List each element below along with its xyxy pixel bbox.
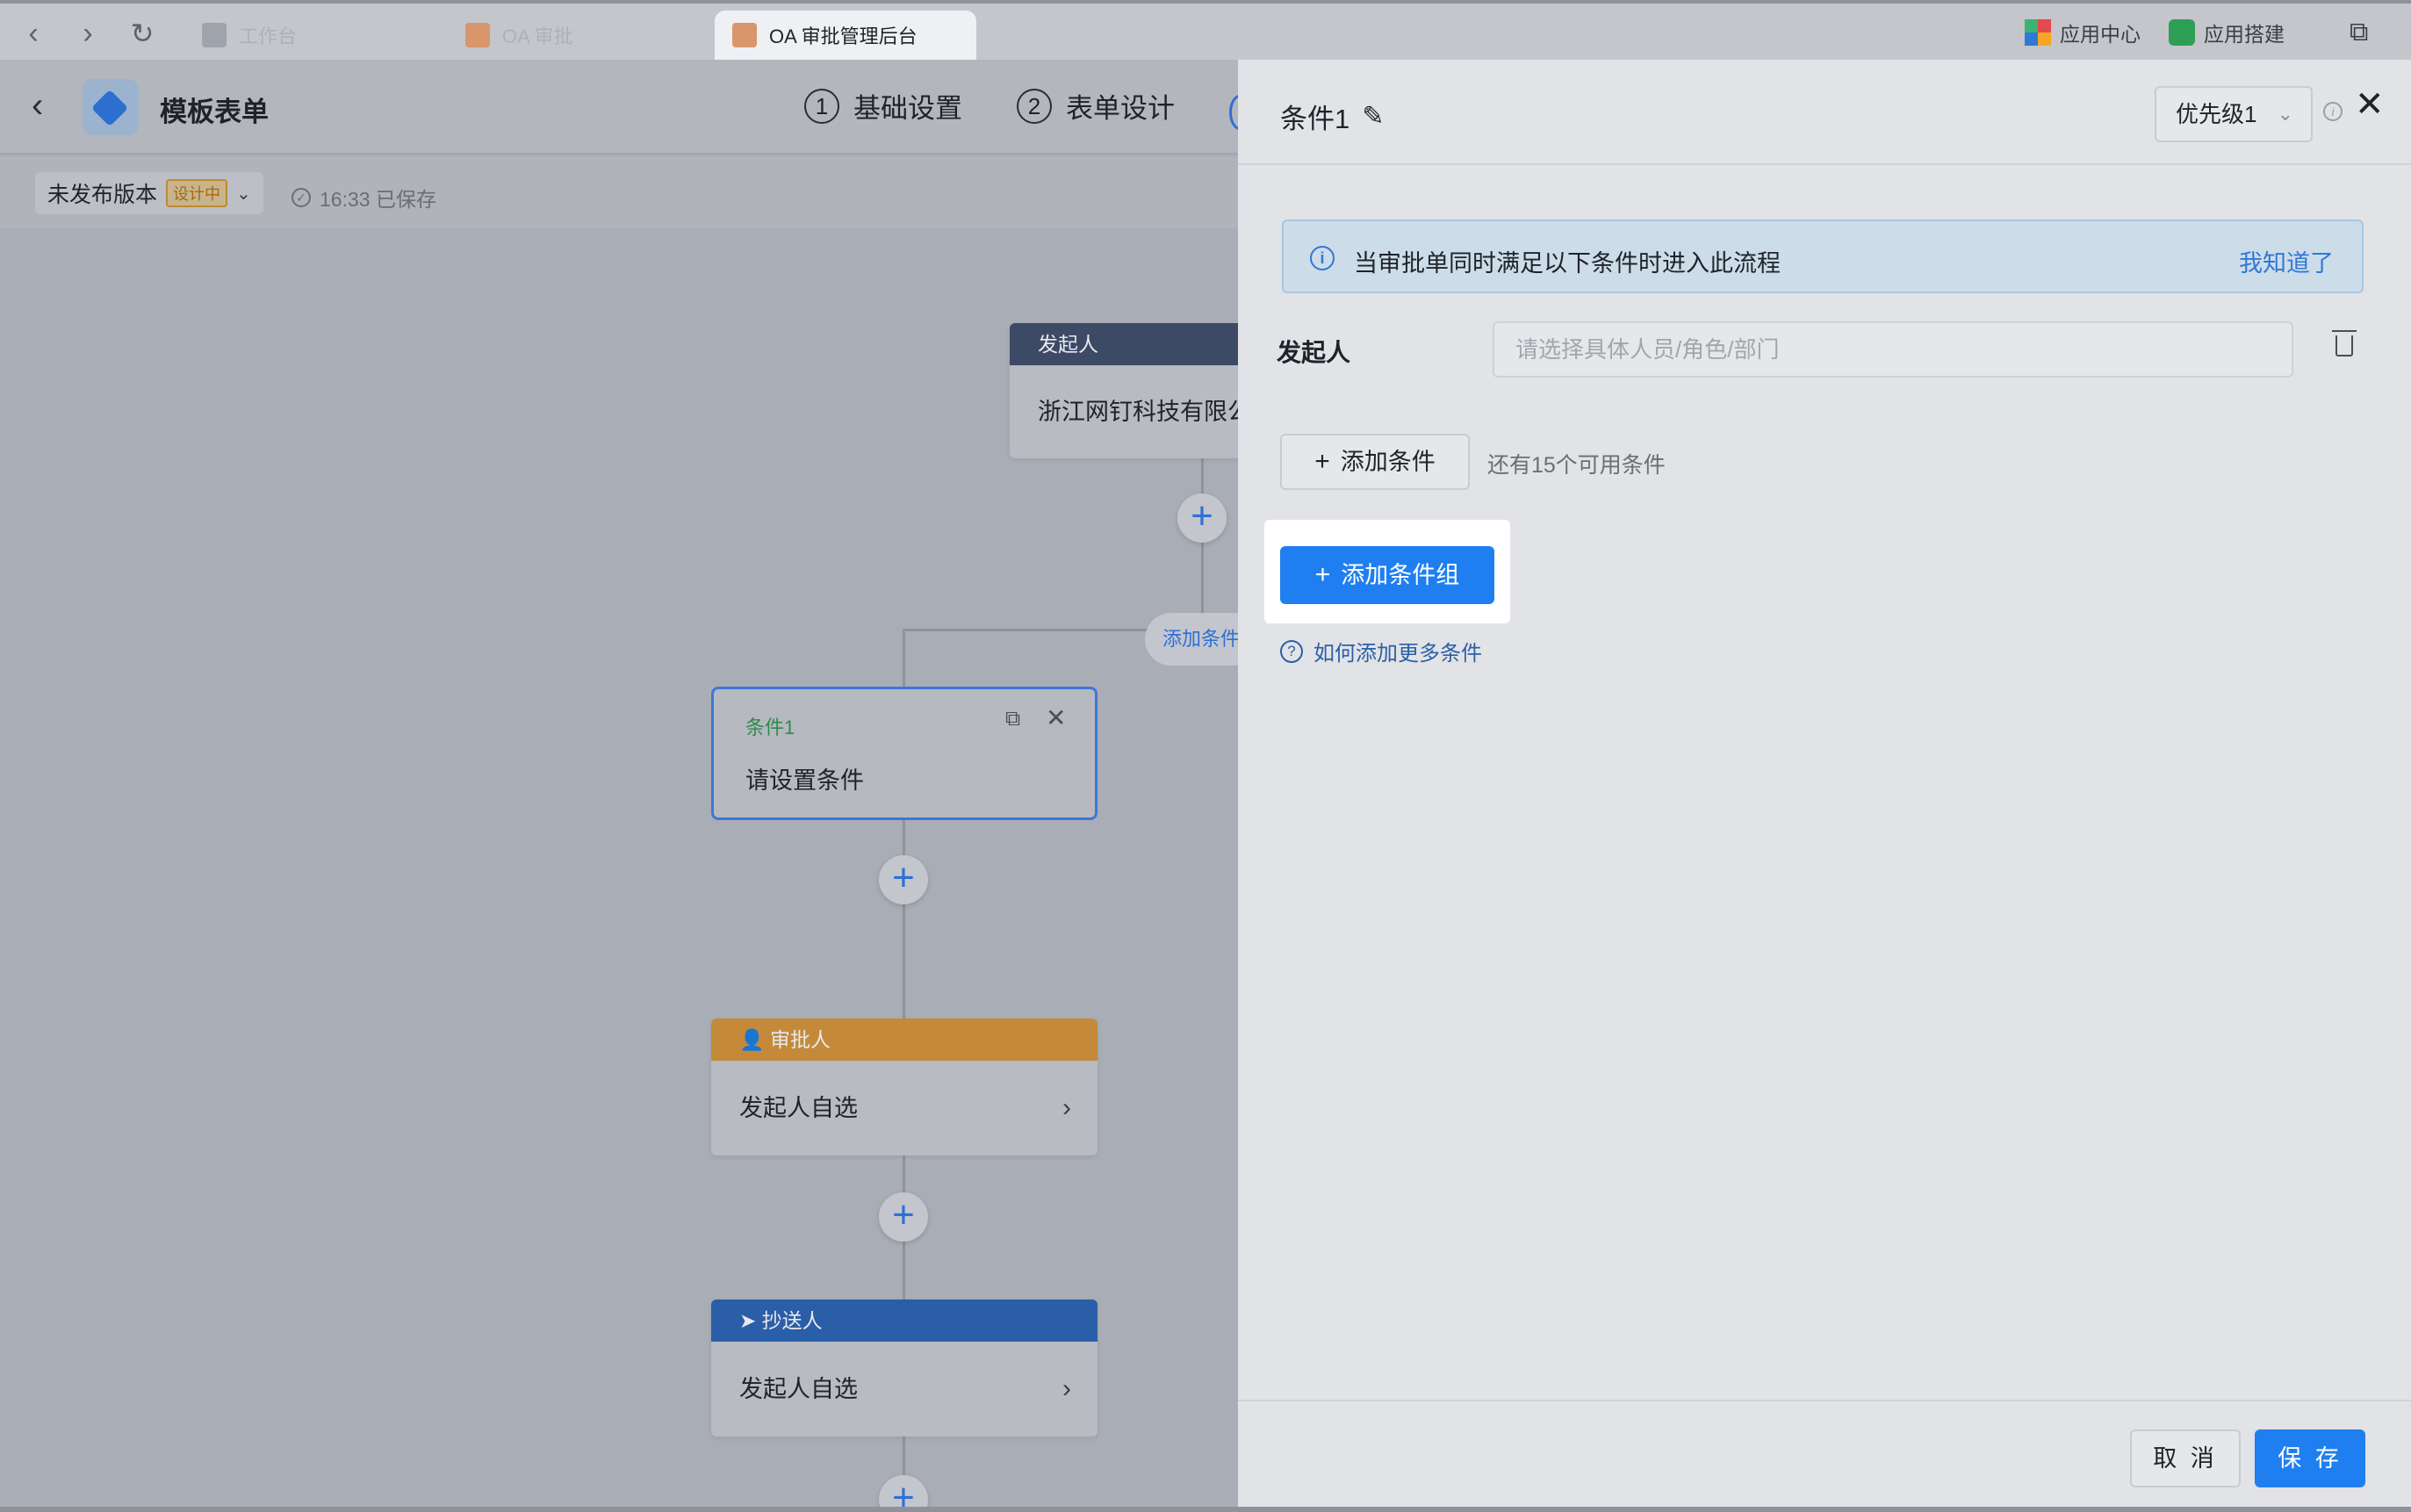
info-notice: i 当审批单同时满足以下条件时进入此流程 我知道了 bbox=[1282, 220, 2364, 293]
flow-connector bbox=[903, 629, 905, 688]
step-label: 基础设置 bbox=[853, 93, 962, 124]
info-icon: i bbox=[1310, 246, 1335, 270]
approver-node[interactable]: 👤 审批人 发起人自选 › bbox=[711, 1019, 1098, 1156]
add-condition-group-label: 添加条件组 bbox=[1341, 562, 1460, 588]
notice-text: 当审批单同时满足以下条件时进入此流程 bbox=[1354, 250, 1781, 277]
step-basic-settings[interactable]: 1 基础设置 bbox=[804, 86, 962, 126]
back-icon[interactable]: ‹ bbox=[16, 16, 51, 51]
window-bottom-edge bbox=[0, 1507, 2411, 1512]
condition-drawer: 条件1 ✎ 优先级1 ⌄ i ✕ i 当审批单同时满足以下条件时进入此流程 我知… bbox=[1238, 60, 2411, 1507]
status-badge: 设计中 bbox=[166, 179, 228, 207]
node-body: 发起人自选 › bbox=[711, 1061, 1098, 1156]
oa-icon bbox=[465, 23, 490, 47]
refresh-icon[interactable]: ↻ bbox=[125, 16, 160, 51]
help-link[interactable]: ? 如何添加更多条件 bbox=[1280, 636, 1482, 666]
plus-icon: + bbox=[1314, 560, 1331, 589]
acknowledge-link[interactable]: 我知道了 bbox=[2239, 244, 2334, 278]
cc-node[interactable]: ➤ 抄送人 发起人自选 › bbox=[711, 1300, 1098, 1436]
node-body-text: 发起人自选 bbox=[739, 1095, 858, 1121]
tab-label: OA 审批 bbox=[502, 25, 573, 47]
priority-value: 优先级1 bbox=[2176, 101, 2257, 127]
initiator-field-label: 发起人 bbox=[1277, 339, 1351, 366]
app-center-icon bbox=[2025, 19, 2051, 46]
app-build-button[interactable]: 应用搭建 bbox=[2169, 18, 2285, 47]
info-icon[interactable]: i bbox=[2323, 102, 2343, 121]
check-circle-icon: ✓ bbox=[291, 188, 311, 207]
close-icon[interactable]: ✕ bbox=[1046, 703, 1066, 732]
chevron-down-icon: ⌄ bbox=[236, 184, 251, 204]
add-condition-group-button[interactable]: + 添加条件组 bbox=[1280, 546, 1494, 604]
drawer-title-text: 条件1 bbox=[1280, 104, 1350, 134]
condition-title: 条件1 bbox=[745, 716, 795, 738]
copy-icon[interactable]: ⧉ bbox=[1005, 707, 1020, 731]
chevron-down-icon: ⌄ bbox=[2277, 103, 2293, 125]
send-icon: ➤ bbox=[739, 1309, 762, 1332]
condition-body: 请设置条件 bbox=[745, 767, 864, 794]
drawer-footer: 取 消 保 存 bbox=[1238, 1400, 2411, 1507]
app-build-label: 应用搭建 bbox=[2204, 23, 2285, 46]
save-status: ✓ 16:33 已保存 bbox=[291, 183, 436, 212]
chevron-right-icon: › bbox=[1062, 1374, 1071, 1403]
add-node-button[interactable]: + bbox=[879, 855, 928, 904]
node-header-label: 审批人 bbox=[770, 1028, 831, 1051]
question-icon: ? bbox=[1280, 639, 1303, 663]
browser-tab-bar: ‹ › ↻ 工作台 OA 审批 OA 审批管理后台 应用中心 应用搭建 ⧉ bbox=[0, 0, 2411, 60]
add-condition-label: 添加条件 bbox=[1340, 449, 1436, 475]
add-node-button[interactable]: + bbox=[1177, 493, 1227, 543]
drawer-title: 条件1 ✎ bbox=[1280, 97, 1384, 136]
tab-label: OA 审批管理后台 bbox=[769, 25, 918, 47]
node-body: 发起人自选 › bbox=[711, 1342, 1098, 1436]
flow-editor: ‹ 模板表单 1 基础设置 2 表单设计 未发布版本 设计中 ⌄ ✓ 16:33… bbox=[0, 60, 1238, 1507]
oa-icon bbox=[732, 23, 757, 47]
edit-icon[interactable]: ✎ bbox=[1362, 101, 1384, 132]
editor-header: ‹ 模板表单 1 基础设置 2 表单设计 bbox=[0, 60, 1238, 155]
condition-node[interactable]: 条件1 ⧉ ✕ 请设置条件 bbox=[711, 687, 1098, 820]
help-link-text: 如何添加更多条件 bbox=[1313, 642, 1482, 666]
tab-label: 工作台 bbox=[239, 25, 298, 47]
drawer-header: 条件1 ✎ 优先级1 ⌄ i ✕ bbox=[1238, 60, 2411, 165]
trash-icon[interactable] bbox=[2332, 330, 2357, 356]
forward-icon[interactable]: › bbox=[70, 16, 105, 51]
step-number: 2 bbox=[1017, 88, 1052, 124]
step-number: 1 bbox=[804, 88, 839, 124]
add-condition-pill[interactable]: 添加条件 bbox=[1145, 613, 1238, 666]
node-header: 发起人 bbox=[1010, 323, 1238, 365]
node-header: 👤 审批人 bbox=[711, 1019, 1098, 1061]
save-status-text: 16:33 已保存 bbox=[320, 188, 436, 211]
tab-oa-approval[interactable]: OA 审批 bbox=[448, 11, 702, 60]
add-condition-button[interactable]: + 添加条件 bbox=[1280, 434, 1470, 490]
node-header-label: 抄送人 bbox=[761, 1309, 823, 1332]
step-form-design[interactable]: 2 表单设计 bbox=[1017, 86, 1175, 126]
node-body: 浙江网钉科技有限公 bbox=[1038, 399, 1238, 425]
app-center-label: 应用中心 bbox=[2060, 23, 2141, 46]
plus-icon: + bbox=[1314, 447, 1330, 476]
version-bar: 未发布版本 设计中 ⌄ ✓ 16:33 已保存 bbox=[0, 156, 1238, 228]
priority-select[interactable]: 优先级1 ⌄ bbox=[2155, 86, 2313, 142]
new-window-icon[interactable]: ⧉ bbox=[2350, 18, 2368, 47]
save-button[interactable]: 保 存 bbox=[2255, 1429, 2365, 1487]
close-icon[interactable]: ✕ bbox=[2355, 84, 2385, 125]
version-selector[interactable]: 未发布版本 设计中 ⌄ bbox=[35, 172, 263, 214]
workbench-icon bbox=[202, 23, 227, 47]
tab-workbench[interactable]: 工作台 bbox=[184, 11, 439, 60]
cancel-button[interactable]: 取 消 bbox=[2130, 1429, 2241, 1487]
initiator-node[interactable]: 发起人 浙江网钉科技有限公 bbox=[1010, 323, 1238, 458]
node-header: ➤ 抄送人 bbox=[711, 1300, 1098, 1342]
add-node-button[interactable]: + bbox=[879, 1192, 928, 1242]
add-node-button[interactable]: + bbox=[879, 1475, 928, 1507]
step-process-design[interactable] bbox=[1229, 95, 1238, 130]
version-label: 未发布版本 bbox=[47, 183, 158, 207]
initiator-select-input[interactable]: 请选择具体人员/角色/部门 bbox=[1493, 321, 2293, 378]
remaining-conditions-text: 还有15个可用条件 bbox=[1487, 453, 1666, 478]
tab-oa-admin[interactable]: OA 审批管理后台 bbox=[715, 11, 976, 60]
app-build-icon bbox=[2169, 19, 2195, 46]
app-center-button[interactable]: 应用中心 bbox=[2025, 18, 2141, 47]
node-body-text: 发起人自选 bbox=[739, 1376, 858, 1402]
user-icon: 👤 bbox=[739, 1028, 771, 1051]
chevron-right-icon: › bbox=[1062, 1093, 1071, 1122]
back-icon[interactable]: ‹ bbox=[32, 86, 43, 126]
app-logo bbox=[83, 79, 139, 135]
step-label: 表单设计 bbox=[1066, 93, 1175, 124]
page-title: 模板表单 bbox=[160, 97, 269, 127]
